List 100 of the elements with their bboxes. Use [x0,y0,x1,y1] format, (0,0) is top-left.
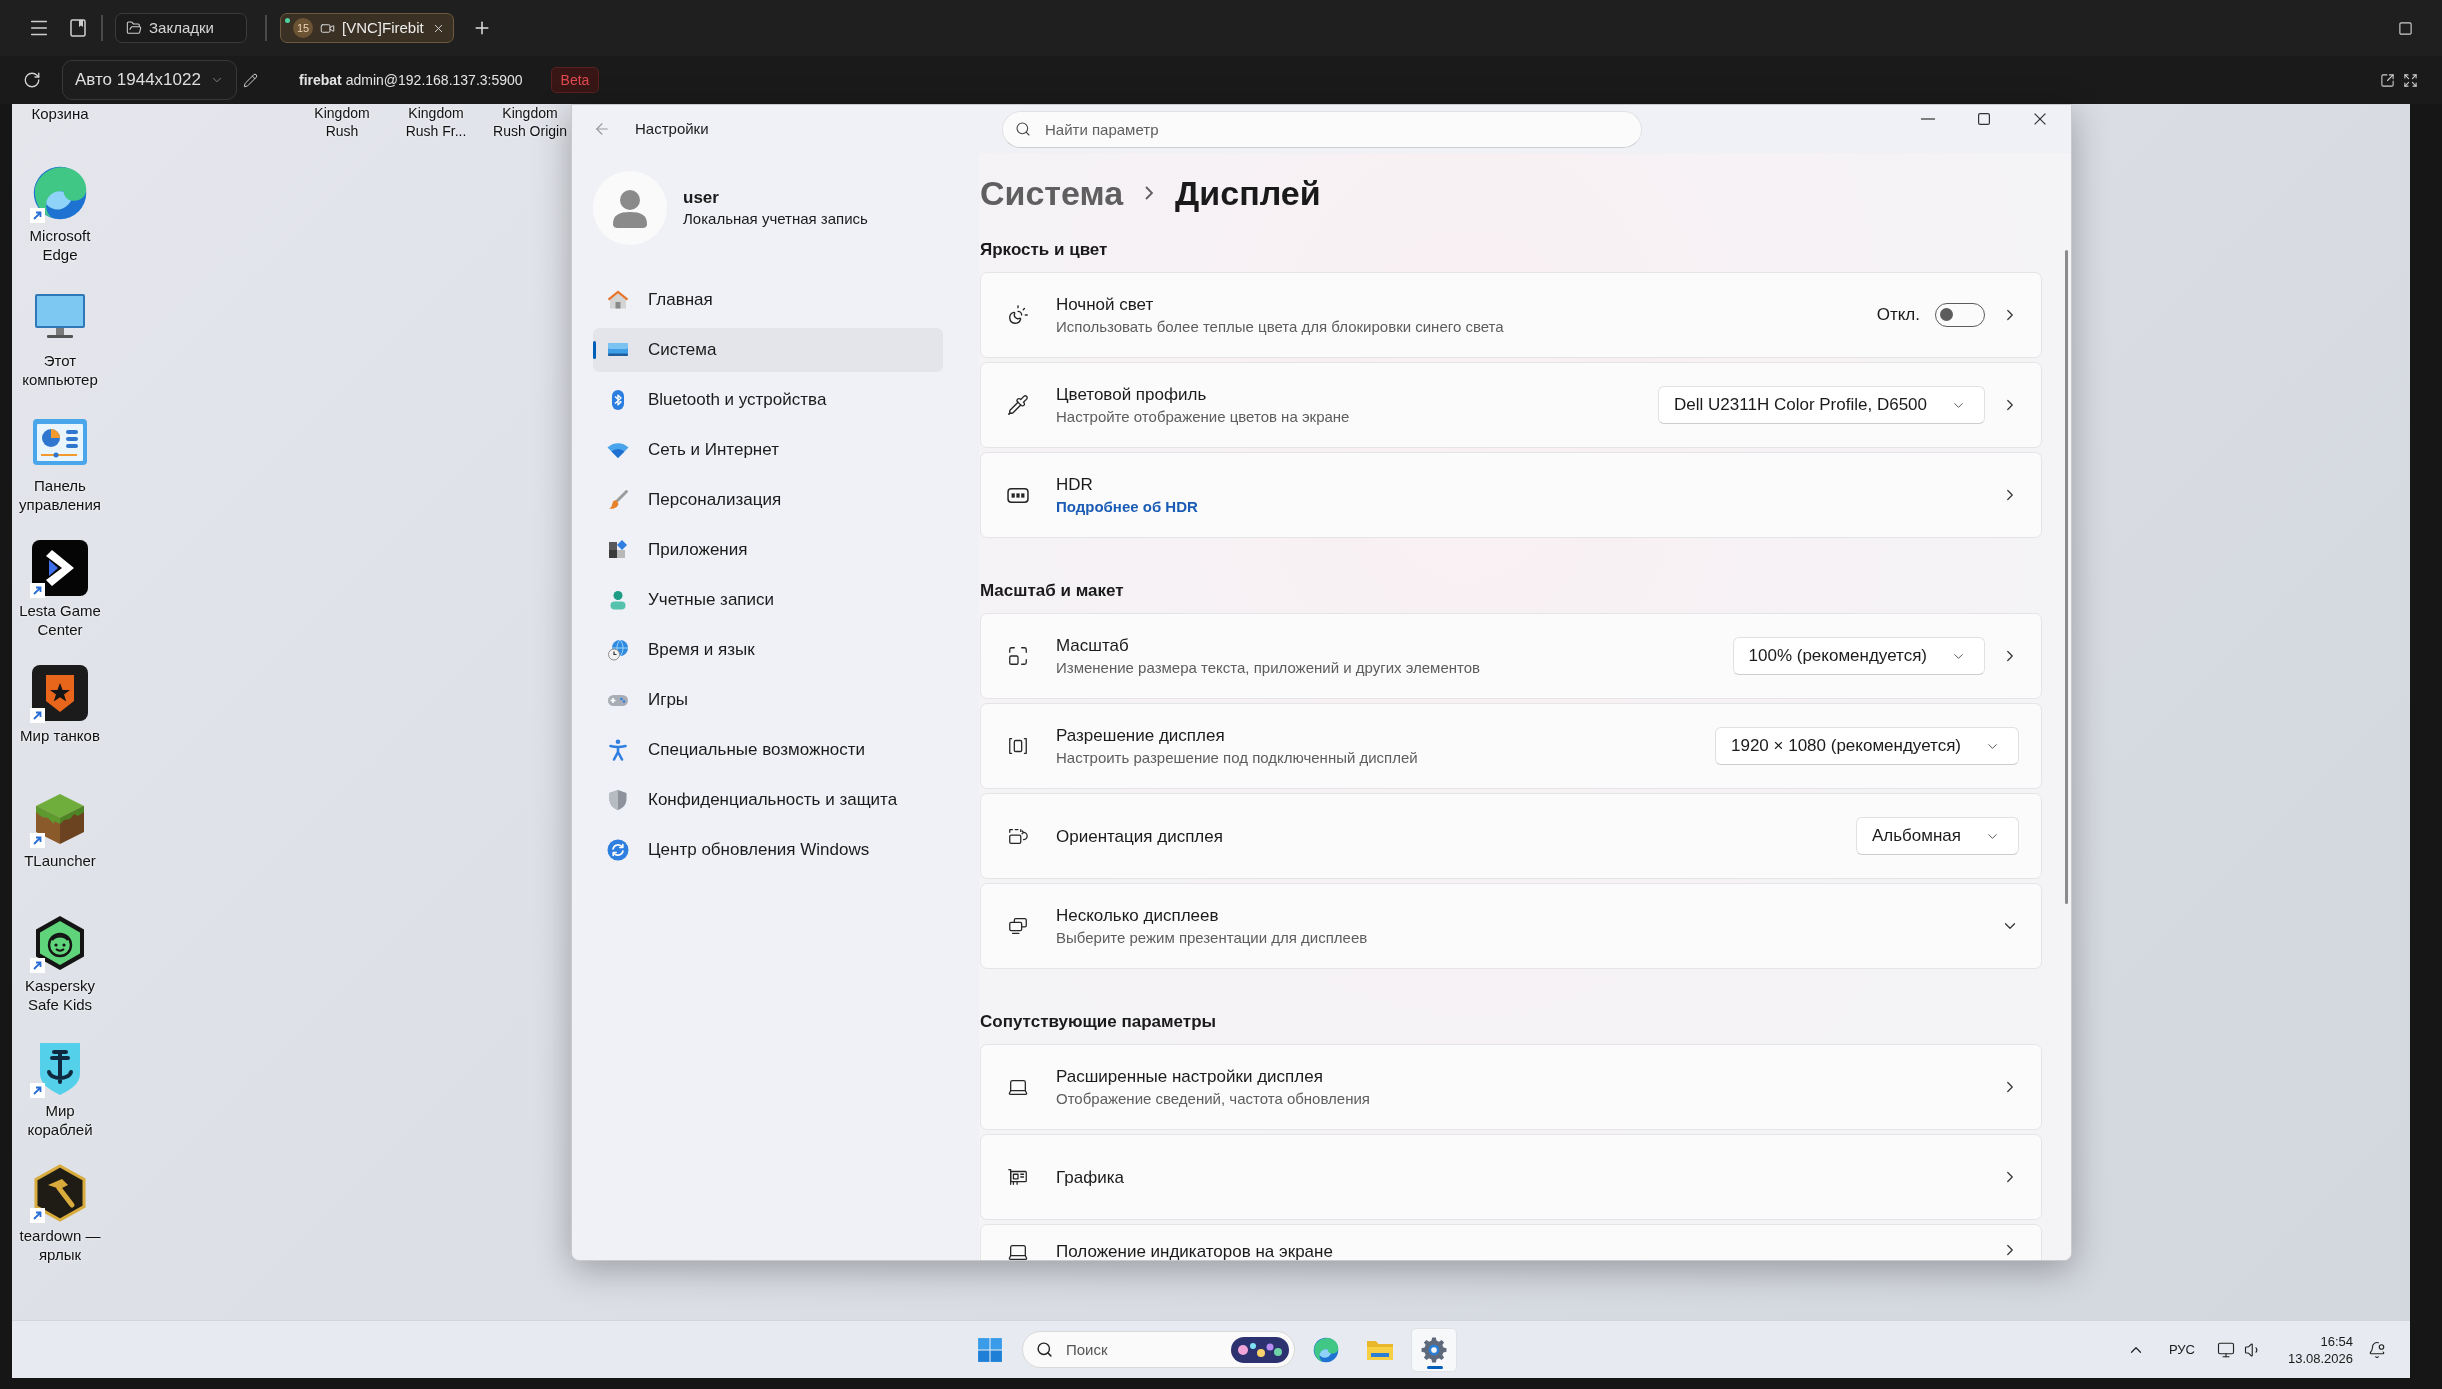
nav-item[interactable]: Приложения [593,528,943,572]
taskbar-app-button[interactable] [1411,1327,1457,1372]
scrollbar[interactable] [2065,250,2068,904]
desktop-icon-label: Kaspersky Safe Kids [24,976,96,1014]
nav-item[interactable]: Персонализация [593,478,943,522]
nav-item[interactable]: Конфиденциальность и защита [593,778,943,822]
two-monitors-icon [1007,915,1029,937]
bookmarks-button[interactable]: Закладки [115,13,247,43]
beta-badge: Beta [550,67,600,93]
setting-title: Разрешение дисплея [1056,724,1225,746]
play-chevron-icon[interactable] [30,538,90,598]
eyedropper-icon [1007,394,1029,416]
minimize-icon [1921,118,1935,120]
setting-description: Отображение сведений, частота обновления [1056,1088,1370,1109]
display-mode-dropdown[interactable]: Авто 1944x1022 [62,60,237,100]
desktop-icon-label: teardown — ярлык [18,1226,102,1264]
setting-title: Несколько дисплеев [1056,904,1219,926]
window-title: Настройки [635,118,709,139]
dropdown[interactable]: Dell U2311H Color Profile, D6500 [1658,386,1985,424]
browser-logo-icon [1312,1335,1340,1364]
setting-title: Ориентация дисплея [1056,825,1223,847]
nav-item[interactable]: Специальные возможности [593,728,943,772]
search-icon [1015,120,1031,137]
globe-clock-icon [606,638,630,662]
nav-item[interactable]: Bluetooth и устройства [593,378,943,422]
setting-description: Выберите режим презентации для дисплеев [1056,927,1368,948]
search-icon [1036,1341,1053,1358]
nav-item[interactable]: Система [593,328,943,372]
book-icon[interactable] [70,19,86,37]
page-title: Дисплей [1175,172,1321,214]
maximize-icon [1978,113,1990,125]
desktop-icon-label: Этот компьютер [21,351,99,389]
setting-description: Настроить разрешение под подключенный дисплей [1056,747,1418,768]
desktop-icon-label: Kingdom Rush [313,104,371,140]
setting-description: Использовать более теплые цвета для блокировки синего света [1056,316,1504,337]
desktop-icon-label: Kingdom Rush Fr... [404,104,468,140]
setting-title: Ночной свет [1056,293,1154,315]
monitor-icon[interactable] [2216,1340,2235,1359]
bell-icon[interactable] [2368,1340,2386,1359]
breadcrumb-parent[interactable]: Система [980,167,1124,219]
setting-title: Цветовой профиль [1056,383,1207,405]
nav-item[interactable]: Центр обновления Windows [593,828,943,872]
setting-description: Изменение размера текста, приложений и других элементов [1056,657,1481,678]
folder-icon [126,20,142,36]
dropdown[interactable]: Альбомная [1855,817,2019,855]
account-type: Локальная учетная запись [683,209,868,229]
box-icon [1007,487,1029,503]
account-name: user [683,187,719,209]
desktop-icon-label: TLauncher [23,851,97,870]
section-heading: Масштаб и макет [980,580,1124,602]
desktop-icon-label: Lesta Game Center [18,601,102,639]
setting-title: Положение индикаторов на экране [1056,1241,1333,1260]
resolution-icon [1007,735,1029,757]
section-heading: Сопутствующие параметры [980,1011,1217,1033]
house-icon [606,288,630,312]
desktop-icon-label: Мир танков [19,726,101,745]
close-icon [2034,113,2046,125]
search-field[interactable]: Найти параметр [1002,110,1642,148]
sun-moon-icon [1007,304,1029,326]
external-link-icon[interactable] [2380,72,2395,88]
clock-date[interactable]: 13.08.2026 [2287,1349,2353,1367]
four-squares-icon [977,1336,1003,1363]
paintbrush-icon [606,488,630,512]
count-badge: 15 [293,18,313,38]
desktop-icon-label: Мир кораблей [26,1101,94,1139]
square-icon[interactable] [2398,20,2413,36]
setting-description: Настройте отображение цветов на экране [1056,406,1350,427]
accessibility-icon [606,738,630,762]
nav-item[interactable]: Игры [593,678,943,722]
sync-arrows-icon [606,838,630,862]
desktop-icon-label: Панель управления [18,476,102,514]
graphics-card-icon [1007,1166,1029,1188]
section-heading: Яркость и цвет [980,239,1108,261]
desktop-icon-label: Корзина [31,104,89,123]
gear-icon [1421,1336,1447,1363]
setting-title: Расширенные настройки дисплея [1056,1065,1323,1087]
learn-more-link[interactable]: Подробнее об HDR [1056,496,1198,517]
reload-icon[interactable] [23,71,41,89]
fullscreen-icon[interactable] [2403,72,2418,88]
setting-title: Графика [1056,1166,1124,1188]
language-indicator[interactable]: РУС [2168,1339,2195,1360]
browser-tab[interactable]: 15 [VNC]Firebit [280,13,454,43]
desktop-icon-label: Microsoft Edge [28,226,92,264]
nav-item[interactable]: Главная [593,278,943,322]
dropdown[interactable]: 1920 × 1080 (рекомендуется) [1715,727,2019,765]
setting-title: Масштаб [1056,634,1129,656]
connection-label: firebat admin@192.168.137.3:5900 [299,70,523,90]
clock-time[interactable]: 16:54 [2320,1332,2353,1350]
star-shield-icon[interactable] [30,663,90,723]
desktop-icon-label: Kingdom Rush Origin [492,104,568,140]
dropdown[interactable]: 100% (рекомендуется) [1732,637,1985,675]
nav-item[interactable]: Сеть и Интернет [593,428,943,472]
toggle-state-label: Откл. [1876,304,1920,327]
nav-item[interactable]: Время и язык [593,628,943,672]
scale-icon [1007,645,1029,667]
chevron-right-icon [1145,186,1154,200]
nav-item[interactable]: Учетные записи [593,578,943,622]
user-avatar-icon[interactable] [593,171,667,245]
setting-title: HDR [1056,473,1093,495]
pencil-icon[interactable] [243,72,258,88]
